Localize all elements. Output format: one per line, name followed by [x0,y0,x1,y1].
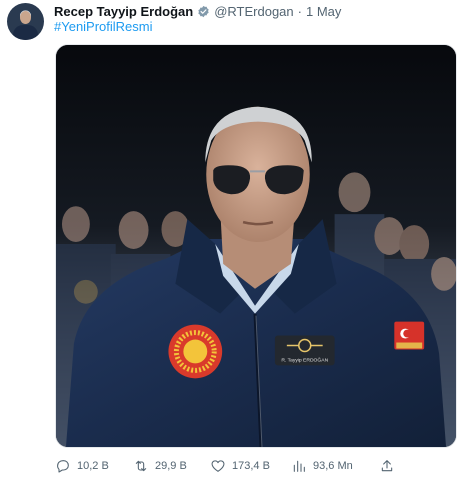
reply-count: 10,2 B [77,460,109,472]
like-count: 173,4 B [232,460,270,472]
name-tag-patch: R. Tayyip ERDOĞAN [274,335,335,366]
flag-patch [394,321,425,350]
reply-icon [57,460,69,473]
reply-button[interactable]: 10,2 B [55,458,109,474]
author-name[interactable]: Recep Tayyip Erdoğan [54,4,193,19]
header-separator: · [297,3,302,19]
tweet-date[interactable]: 1 May [306,4,341,19]
sun-emblem-patch [168,324,223,379]
retweet-icon [135,460,147,472]
tweet-hashtag-link[interactable]: #YeniProfilResmi [54,19,153,34]
tweet-header: Recep Tayyip Erdoğan @RTErdogan · 1 May [54,2,341,20]
heart-icon [211,460,225,472]
verified-badge-icon [198,5,209,17]
avatar-face-shape [20,11,31,24]
tweet-photo[interactable]: R. Tayyip ERDOĞAN [55,44,457,448]
photo-illustration: R. Tayyip ERDOĞAN [56,45,456,447]
views-button[interactable]: 93,6 Mn [291,458,353,474]
views-chart-icon [293,460,305,472]
patch-name-text: R. Tayyip ERDOĞAN [281,356,328,363]
avatar-suit-shape [13,25,38,40]
views-count: 93,6 Mn [313,460,353,472]
share-icon [381,460,393,472]
share-button[interactable] [379,458,395,474]
retweet-count: 29,9 B [155,460,187,472]
retweet-button[interactable]: 29,9 B [133,458,187,474]
like-button[interactable]: 173,4 B [210,458,270,474]
author-avatar[interactable] [7,3,44,40]
author-handle[interactable]: @RTErdogan [214,4,293,19]
tweet-action-bar: 10,2 B 29,9 B 173,4 B 93,6 Mn [55,456,457,476]
